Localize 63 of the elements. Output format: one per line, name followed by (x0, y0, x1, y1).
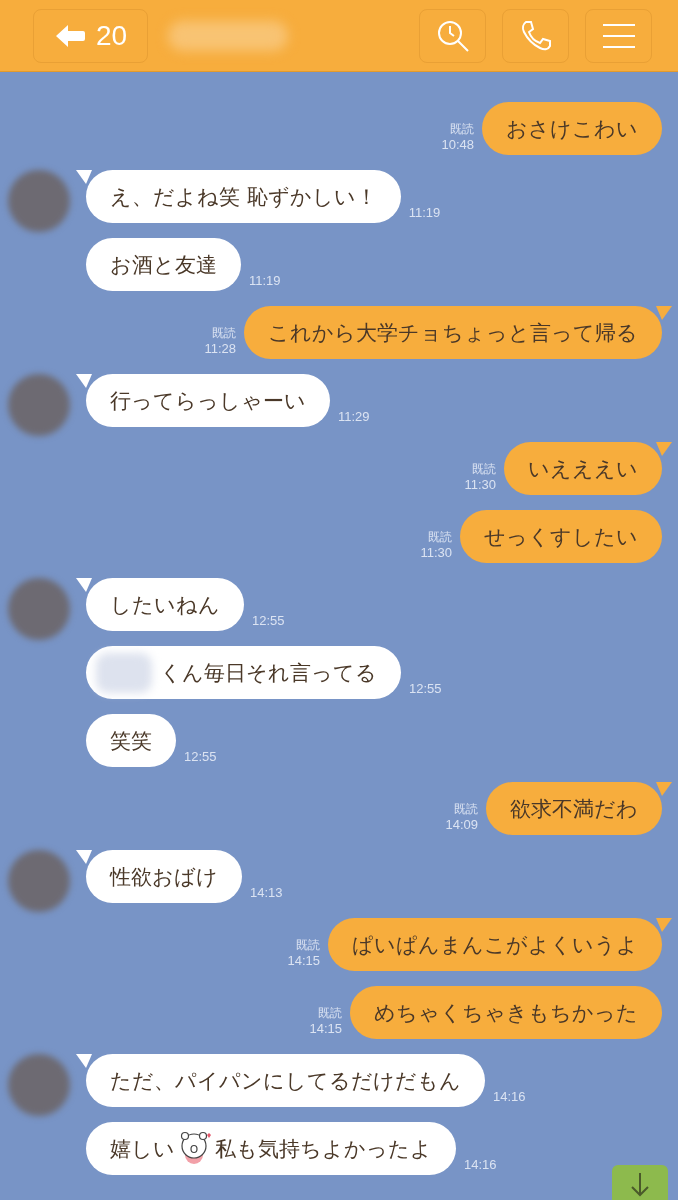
avatar[interactable] (8, 850, 70, 912)
read-receipt: 既読 (454, 801, 478, 817)
message-time: 12:55 (252, 612, 285, 629)
read-receipt: 既読 (212, 325, 236, 341)
message-time: 11:19 (249, 272, 281, 289)
message-text: これから大学チョちょっと言って帰る (268, 319, 638, 347)
message-text: ぱいぱんまんこがよくいうよ (352, 931, 638, 959)
message-text: めちゃくちゃきもちかった (374, 999, 638, 1027)
message-text: ただ、パイパンにしてるだけだもん (110, 1067, 461, 1095)
message-time: 14:09 (445, 816, 478, 833)
bubble-tail-icon (656, 918, 672, 932)
read-receipt: 既読 (318, 1005, 342, 1021)
message-text: いえええい (528, 455, 638, 483)
phone-icon (519, 19, 552, 52)
search-icon (435, 18, 470, 53)
read-receipt: 既読 (450, 121, 474, 137)
message-text: お酒と友達 (110, 251, 217, 279)
message-time: 14:15 (287, 952, 320, 969)
message-time: 14:16 (464, 1156, 497, 1173)
bubble-tail-icon (76, 578, 92, 592)
message-text: 行ってらっしゃーい (110, 387, 306, 415)
message-time: 14:16 (493, 1088, 526, 1105)
menu-button[interactable] (585, 8, 652, 63)
message-time: 12:55 (184, 748, 217, 765)
avatar[interactable] (8, 374, 70, 436)
back-button[interactable]: 20 (33, 8, 148, 63)
bubble-tail-icon (656, 442, 672, 456)
message-text: 欲求不満だわ (510, 795, 638, 823)
bubble-tail-icon (76, 850, 92, 864)
message-time: 10:48 (441, 136, 474, 153)
message-time: 11:19 (408, 204, 441, 221)
read-receipt: 既読 (472, 461, 496, 477)
message-text: 嬉しい (110, 1135, 175, 1163)
bubble-tail-icon (656, 306, 672, 320)
avatar[interactable] (8, 170, 70, 232)
message-time: 14:13 (250, 884, 283, 901)
message-text: 私も気持ちよかったよ (215, 1135, 432, 1163)
menu-icon (602, 22, 635, 49)
call-button[interactable] (502, 8, 569, 63)
message-time: 14:15 (309, 1020, 342, 1037)
message-time: 11:30 (420, 544, 452, 561)
message-time: 11:30 (464, 476, 496, 493)
down-arrow-icon (630, 1173, 650, 1197)
read-receipt: 既読 (428, 529, 452, 545)
message-text: え、だよね笑 恥ずかしい！ (110, 183, 377, 211)
message-text: 笑笑 (110, 727, 152, 755)
message-text: したいねん (110, 591, 220, 619)
bubble-tail-icon (656, 782, 672, 796)
bubble-tail-icon (76, 1054, 92, 1068)
bubble-tail-icon (76, 374, 92, 388)
search-history-button[interactable] (419, 8, 486, 63)
blurred-name (96, 652, 152, 693)
bubble-tail-icon (76, 170, 92, 184)
message-text: せっくすしたい (484, 523, 638, 551)
avatar[interactable] (8, 578, 70, 640)
message-time: 11:29 (338, 408, 370, 425)
message-text: おさけこわい (506, 115, 638, 143)
read-receipt: 既読 (296, 937, 320, 953)
message-time: 12:55 (409, 680, 442, 697)
message-time: 11:28 (204, 340, 236, 357)
message-text: 性欲おばけ (110, 863, 218, 891)
message-text: くん毎日それ言ってる (160, 659, 377, 687)
avatar[interactable] (8, 1054, 70, 1116)
